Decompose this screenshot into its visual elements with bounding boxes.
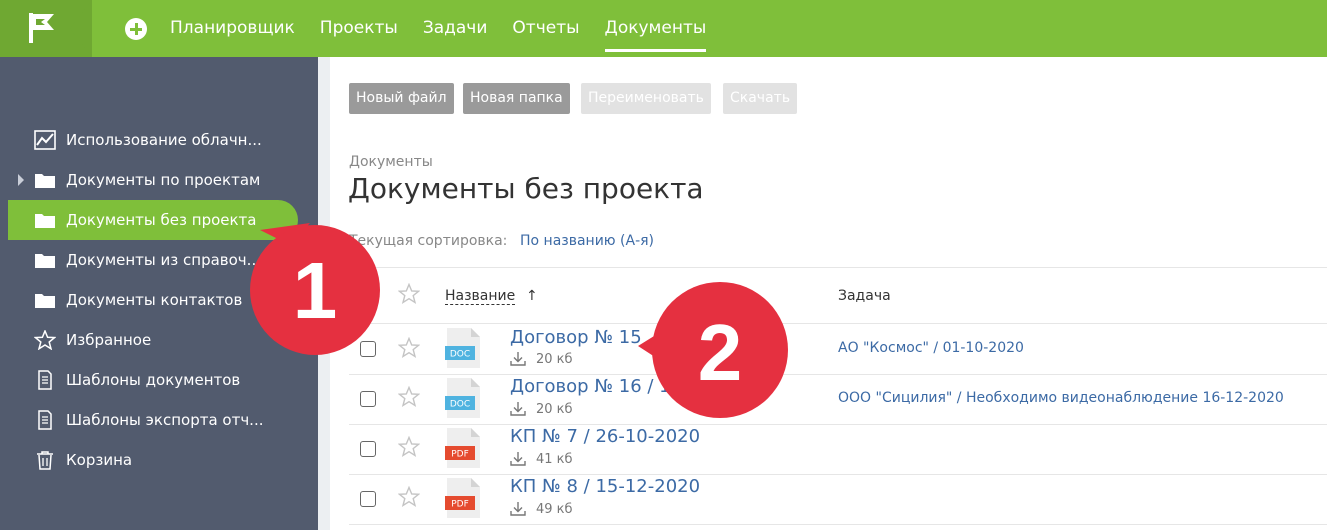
sidebar-item-project-docs[interactable]: Документы по проектам	[8, 160, 298, 200]
document-icon	[38, 410, 52, 430]
download-button[interactable]: Скачать	[723, 83, 798, 114]
sidebar-item-trash[interactable]: Корзина	[8, 440, 298, 480]
sidebar-item-label: Шаблоны документов	[66, 371, 241, 389]
divider	[349, 267, 1327, 268]
callout-2-number: 2	[698, 308, 743, 397]
chart-icon	[34, 130, 56, 150]
add-icon[interactable]	[125, 18, 147, 40]
divider	[349, 474, 1327, 475]
file-size: 49 кб	[536, 502, 573, 517]
nav-projects[interactable]: Проекты	[320, 0, 398, 57]
pdf-file-icon: PDF	[445, 478, 480, 518]
download-icon[interactable]	[510, 451, 526, 466]
nav-documents[interactable]: Документы	[604, 0, 706, 57]
folder-icon	[35, 214, 55, 228]
breadcrumb[interactable]: Документы	[349, 154, 433, 170]
divider	[349, 323, 1327, 324]
main-content: Новый файл Новая папка Переименовать Ска…	[330, 57, 1327, 530]
file-size: 20 кб	[536, 402, 573, 417]
file-type-label: DOC	[450, 400, 470, 410]
callout-1-number: 1	[293, 246, 338, 335]
sidebar-item-label: Корзина	[66, 451, 133, 469]
new-file-button[interactable]: Новый файл	[349, 83, 454, 114]
download-icon[interactable]	[510, 501, 526, 516]
file-name-link[interactable]: КП № 7 / 26-10-2020	[510, 426, 700, 447]
doc-file-icon: DOC	[445, 328, 480, 368]
nav-planner[interactable]: Планировщик	[170, 0, 295, 57]
file-name-link[interactable]: КП № 8 / 15-12-2020	[510, 476, 700, 497]
sort-arrow-icon[interactable]: ↑	[526, 288, 538, 304]
sidebar-item-cloud-usage[interactable]: Использование облачн...	[8, 120, 298, 160]
file-size: 20 кб	[536, 352, 573, 367]
expand-caret-icon[interactable]	[18, 174, 24, 186]
row-checkbox[interactable]	[360, 391, 376, 407]
sidebar-item-label: Использование облачн...	[66, 131, 262, 149]
folder-icon	[35, 174, 55, 188]
divider	[349, 524, 1327, 525]
file-type-label: DOC	[450, 350, 470, 360]
main-nav: Планировщик Проекты Задачи Отчеты Докуме…	[170, 0, 731, 57]
download-icon[interactable]	[510, 351, 526, 366]
new-folder-button[interactable]: Новая папка	[463, 83, 570, 114]
file-name-link[interactable]: Договор № 15	[510, 327, 642, 348]
nav-tasks[interactable]: Задачи	[423, 0, 488, 57]
nav-reports[interactable]: Отчеты	[512, 0, 579, 57]
page-title: Документы без проекта	[348, 172, 704, 205]
favorite-star-icon[interactable]	[398, 486, 420, 508]
sidebar-item-label: Избранное	[66, 331, 152, 349]
sidebar-item-label: Документы по проектам	[66, 171, 261, 189]
star-header-icon[interactable]	[398, 283, 420, 305]
sidebar-item-export-templates[interactable]: Шаблоны экспорта отч...	[8, 400, 298, 440]
folder-icon	[35, 254, 55, 268]
favorite-star-icon[interactable]	[398, 337, 420, 359]
favorite-star-icon[interactable]	[398, 436, 420, 458]
callout-1-badge: 1	[250, 223, 380, 355]
task-link[interactable]: АО "Космос" / 01-10-2020	[838, 340, 1024, 356]
sidebar-item-label: Документы без проекта	[66, 211, 257, 229]
file-type-label: PDF	[451, 450, 469, 460]
trash-icon	[37, 451, 53, 470]
column-header-task: Задача	[838, 288, 891, 304]
sidebar-item-label: Шаблоны экспорта отч...	[66, 411, 264, 429]
pdf-file-icon: PDF	[445, 428, 480, 468]
file-type-label: PDF	[451, 500, 469, 510]
callout-2-badge: 2	[638, 282, 788, 418]
sidebar-item-doc-templates[interactable]: Шаблоны документов	[8, 360, 298, 400]
column-header-name[interactable]: Название	[445, 288, 516, 305]
favorite-star-icon[interactable]	[398, 386, 420, 408]
task-link[interactable]: ООО "Сицилия" / Необходимо видеонаблюден…	[838, 390, 1284, 406]
sort-value-link[interactable]: По названию (А-я)	[520, 233, 654, 249]
star-icon	[34, 330, 56, 350]
sidebar-item-label: Документы контактов	[66, 291, 243, 309]
row-checkbox[interactable]	[360, 441, 376, 457]
top-bar: Планировщик Проекты Задачи Отчеты Докуме…	[0, 0, 1327, 57]
divider	[349, 424, 1327, 425]
folder-icon	[35, 294, 55, 308]
rename-button[interactable]: Переименовать	[581, 83, 711, 114]
flag-logo-icon[interactable]	[28, 11, 58, 45]
row-checkbox[interactable]	[360, 491, 376, 507]
file-size: 41 кб	[536, 452, 573, 467]
doc-file-icon: DOC	[445, 378, 480, 418]
document-icon	[38, 370, 52, 390]
download-icon[interactable]	[510, 401, 526, 416]
divider	[349, 374, 1327, 375]
